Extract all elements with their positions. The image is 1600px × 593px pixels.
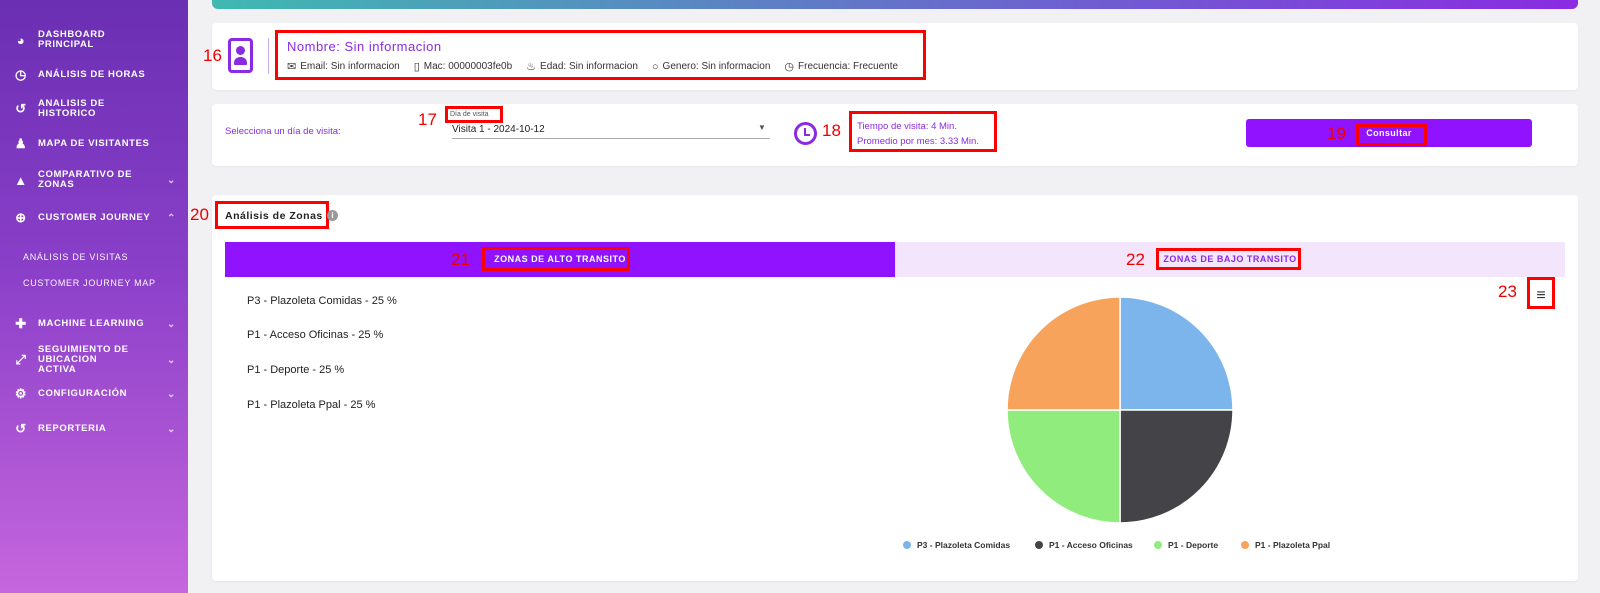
legend-item[interactable]: P1 - Acceso Oficinas <box>1035 540 1133 550</box>
puzzle-icon: ✚ <box>15 316 27 331</box>
nav-label: MAPA DE VISITANTES <box>38 138 150 149</box>
profile-email: Email: Sin informacion <box>300 61 400 72</box>
pie-slice-0[interactable] <box>1119 296 1234 411</box>
clock-icon <box>794 122 817 145</box>
info-icon[interactable]: i <box>327 210 338 221</box>
annotation-17: 17 <box>418 110 437 129</box>
gear-icon: ⚙ <box>14 386 28 401</box>
visit-time: Tiempo de visita: 4 Min. <box>857 121 957 132</box>
envelope-icon: ✉ <box>287 61 297 73</box>
nav-mapa-visitantes[interactable]: ♟ MAPA DE VISITANTES <box>0 136 188 151</box>
mobile-icon: ▯ <box>413 61 420 73</box>
zone-list-item: P1 - Acceso Oficinas - 25 % <box>247 329 384 341</box>
chevron-down-icon[interactable]: ⌄ <box>167 319 176 330</box>
highlight-box <box>1356 124 1427 146</box>
gauge-icon: ◕ <box>16 32 26 48</box>
person-map-icon: ♟ <box>14 136 28 151</box>
annotation-16: 16 <box>203 46 222 65</box>
nav-analisis-historico[interactable]: ↺ ANALISIS DE HISTORICO <box>0 98 188 119</box>
legend-swatch <box>903 541 911 549</box>
nav-label: ANALISIS DE HISTORICO <box>38 98 105 119</box>
pie-chart <box>1006 296 1234 524</box>
pie-slice-2[interactable] <box>1006 409 1121 524</box>
nav-label: COMPARATIVO DE ZONAS <box>38 169 133 190</box>
legend-label: P1 - Plazoleta Ppal <box>1255 540 1331 550</box>
nav-label: DASHBOARD PRINCIPAL <box>38 29 106 50</box>
chevron-down-icon[interactable]: ⌄ <box>167 389 176 400</box>
zone-list-item: P1 - Deporte - 25 % <box>247 364 345 376</box>
legend-swatch <box>1241 541 1249 549</box>
chevron-down-icon[interactable]: ⌄ <box>167 355 176 366</box>
legend-item[interactable]: P1 - Deporte <box>1154 540 1218 550</box>
nav-dashboard-principal[interactable]: ◕ DASHBOARD PRINCIPAL <box>0 29 188 50</box>
chevron-up-icon[interactable]: ⌃ <box>167 213 176 224</box>
search-plus-icon: ⊕ <box>15 210 27 225</box>
legend-item[interactable]: P3 - Plazoleta Comidas <box>903 540 1010 550</box>
clock-icon: ◷ <box>784 61 794 73</box>
profile-info-row: ✉ Email: Sin informacion ▯ Mac: 00000003fe… <box>287 60 912 74</box>
nav-label: REPORTERIA <box>38 423 107 434</box>
visit-day-select[interactable]: Visita 1 - 2024-10-12 <box>452 124 545 135</box>
nav-label: ANÁLISIS DE HORAS <box>38 69 146 80</box>
pie-slice-1[interactable] <box>1119 409 1234 524</box>
highlight-box <box>1156 248 1301 270</box>
history-icon: ↺ <box>15 101 27 116</box>
hamburger-menu-icon[interactable]: ≡ <box>1530 285 1552 307</box>
select-underline <box>452 138 770 139</box>
profile-frecuencia: Frecuencia: Frecuente <box>798 61 899 72</box>
caret-down-icon[interactable]: ▼ <box>758 123 766 132</box>
visit-avg-month: Promedio por mes: 3.33 Min. <box>857 136 979 147</box>
nav-seguimiento-ubicacion[interactable]: ⤢ SEGUIMIENTO DE UBICACION ACTIVA ⌄ <box>0 345 188 375</box>
annotation-23: 23 <box>1498 282 1517 301</box>
legend-swatch <box>1035 541 1043 549</box>
legend-label: P3 - Plazoleta Comidas <box>917 540 1011 550</box>
annotation-21: 21 <box>451 250 470 269</box>
circle-icon: ○ <box>651 60 659 73</box>
id-badge-icon <box>228 38 253 73</box>
cake-icon: ♨ <box>526 61 537 73</box>
legend-label: P1 - Acceso Oficinas <box>1049 540 1133 550</box>
profile-name: Nombre: Sin informacion <box>287 39 442 54</box>
nav-label: MACHINE LEARNING <box>38 318 145 329</box>
zone-list-item: P1 - Plazoleta Ppal - 25 % <box>247 399 376 411</box>
history-icon: ↺ <box>15 421 27 436</box>
zone-list-item: P3 - Plazoleta Comidas - 25 % <box>247 295 397 307</box>
profile-edad: Edad: Sin informacion <box>540 61 638 72</box>
profile-genero: Genero: Sin informacion <box>662 61 771 72</box>
legend-swatch <box>1154 541 1162 549</box>
subnav-customer-journey-map[interactable]: CUSTOMER JOURNEY MAP <box>23 278 156 288</box>
legend-label: P1 - Deporte <box>1168 540 1219 550</box>
clock-icon: ◷ <box>15 67 27 82</box>
pie-slice-3[interactable] <box>1006 296 1121 411</box>
subnav-analisis-visitas[interactable]: ANÁLISIS DE VISITAS <box>23 252 128 262</box>
nav-label: CUSTOMER JOURNEY <box>38 212 151 223</box>
annotation-22: 22 <box>1126 250 1145 269</box>
divider <box>268 38 269 74</box>
chevron-down-icon[interactable]: ⌄ <box>167 175 176 186</box>
nav-machine-learning[interactable]: ✚ MACHINE LEARNING ⌄ <box>0 316 188 331</box>
highlight-box <box>482 247 630 271</box>
expand-icon: ⤢ <box>15 352 27 367</box>
nav-reporteria[interactable]: ↺ REPORTERIA ⌄ <box>0 421 188 436</box>
area-chart-icon: ▲ <box>14 172 28 188</box>
annotation-20: 20 <box>190 205 209 224</box>
top-gradient-bar <box>212 0 1578 9</box>
sidebar: ◕ DASHBOARD PRINCIPAL ◷ ANÁLISIS DE HORA… <box>0 0 188 593</box>
profile-mac: Mac: 00000003fe0b <box>423 61 513 72</box>
nav-customer-journey[interactable]: ⊕ CUSTOMER JOURNEY ⌃ <box>0 210 188 225</box>
chevron-down-icon[interactable]: ⌄ <box>167 424 176 435</box>
nav-configuracion[interactable]: ⚙ CONFIGURACIÓN ⌄ <box>0 386 188 401</box>
legend-item[interactable]: P1 - Plazoleta Ppal <box>1241 540 1330 550</box>
nav-comparativo-zonas[interactable]: ▲ COMPARATIVO DE ZONAS ⌄ <box>0 170 188 190</box>
nav-label: SEGUIMIENTO DE UBICACION ACTIVA <box>38 344 129 375</box>
annotation-19: 19 <box>1327 124 1346 143</box>
nav-analisis-horas[interactable]: ◷ ANÁLISIS DE HORAS <box>0 67 188 82</box>
section-title: Análisis de Zonas <box>225 210 323 222</box>
nav-label: CONFIGURACIÓN <box>38 388 128 399</box>
visit-day-field-label: Día de visita <box>450 111 489 118</box>
select-visit-label: Selecciona un día de visita: <box>225 126 341 137</box>
annotation-18: 18 <box>822 121 841 140</box>
